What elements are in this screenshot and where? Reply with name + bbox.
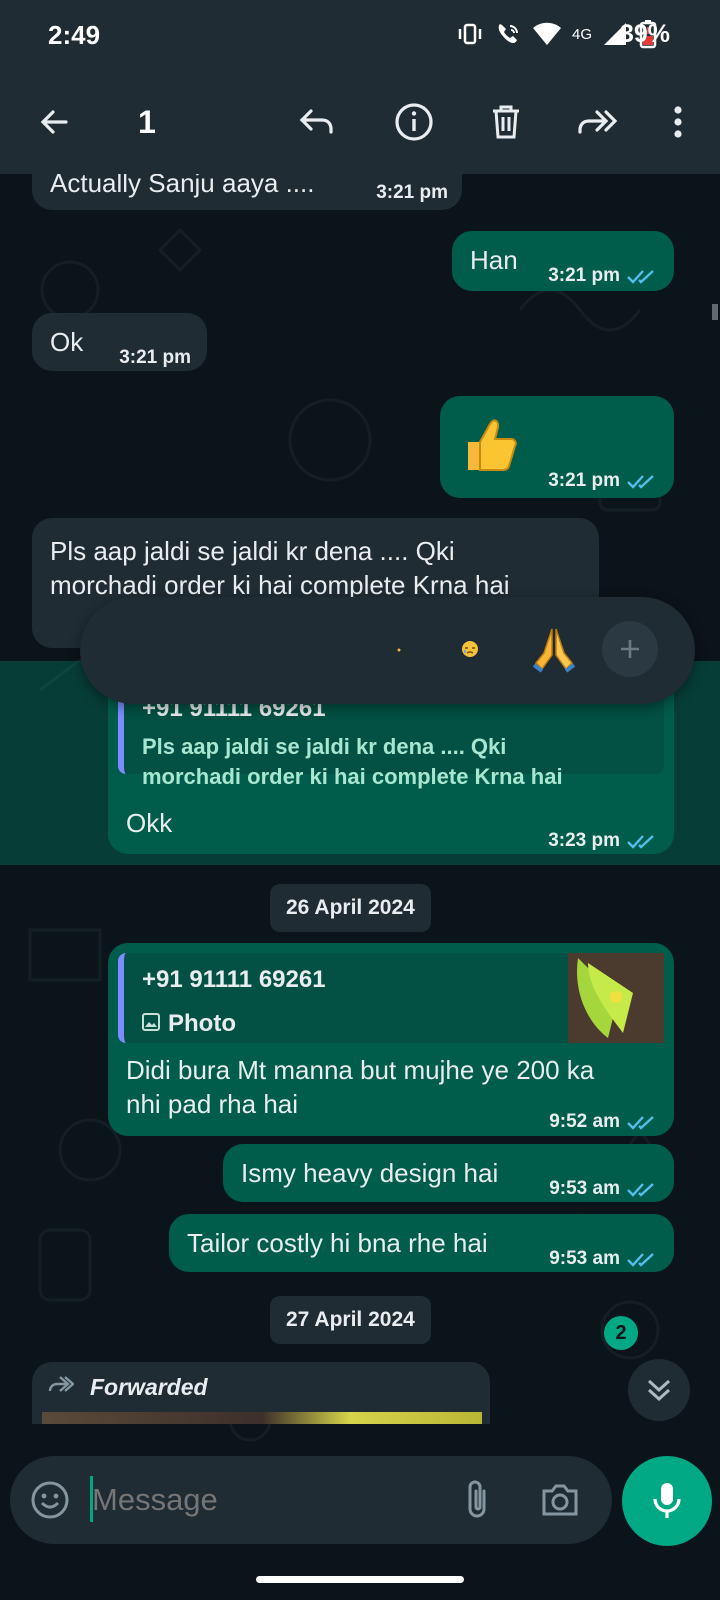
message-outgoing[interactable]: Han 3:21 pm — [452, 231, 674, 291]
camera-icon[interactable] — [540, 1482, 580, 1518]
message-list[interactable]: Actually Sanju aaya .... 3:21 pm Han 3:2… — [0, 174, 720, 1424]
message-meta: 3:23 pm — [548, 824, 660, 858]
forwarded-icon — [48, 1376, 74, 1392]
emoji-icon[interactable] — [30, 1480, 70, 1520]
message-time: 3:21 pm — [119, 347, 191, 368]
reaction-surprised[interactable] — [376, 625, 426, 675]
selection-toolbar — [0, 70, 720, 174]
plus-icon — [621, 640, 639, 658]
quoted-photo[interactable]: +91 91111 69261 Photo — [118, 953, 664, 1043]
message-time: 3:21 pm — [376, 182, 448, 203]
photo-icon — [142, 1013, 160, 1031]
double-check-icon — [627, 1116, 654, 1130]
double-chevron-down-icon — [647, 1379, 671, 1402]
message-meta: 9:52 am — [549, 1105, 660, 1139]
quote-text-line1: Pls aap jaldi se jaldi kr dena .... Qki — [142, 734, 507, 759]
attach-icon[interactable] — [462, 1479, 492, 1521]
message-text-line1: Didi bura Mt manna but mujhe ye 200 ka — [126, 1055, 595, 1085]
message-text: Actually Sanju aaya .... — [50, 174, 315, 198]
message-text: Okk — [126, 808, 173, 838]
quote-text-line2: morchadi order ki hai complete Krna hai — [142, 764, 563, 789]
wifi-call-icon — [498, 24, 518, 43]
photo-thumbnail — [568, 953, 664, 1043]
message-meta: 3:21 pm — [548, 464, 660, 498]
double-check-icon — [627, 475, 654, 489]
forwarded-label: Forwarded — [90, 1374, 208, 1400]
message-input[interactable] — [92, 1472, 462, 1528]
message-text: Tailor costly hi bna rhe hai — [187, 1228, 488, 1258]
message-time: 3:23 pm — [548, 830, 620, 851]
delete-icon[interactable] — [482, 98, 530, 146]
unread-count: 2 — [615, 1321, 627, 1344]
network-type: 4G — [571, 25, 592, 43]
date-separator: 27 April 2024 — [270, 1296, 431, 1344]
selected-count: 1 — [138, 104, 156, 140]
message-text-line2: nhi pad rha hai — [126, 1089, 299, 1119]
message-text-line1: Pls aap jaldi se jaldi kr dena .... Qki — [50, 536, 455, 566]
message-time: 9:53 am — [549, 1178, 620, 1199]
message-time: 9:53 am — [549, 1248, 620, 1269]
double-check-icon — [627, 270, 654, 284]
message-time: 3:21 pm — [548, 265, 620, 286]
reaction-tray — [80, 597, 695, 704]
wifi-icon — [532, 22, 561, 45]
reaction-heart[interactable] — [186, 625, 236, 675]
message-incoming[interactable]: Actually Sanju aaya .... 3:21 pm — [32, 174, 462, 210]
chat-screen: 2:49 4G 39% 1 Actually Sanju aaya .... 3… — [0, 0, 720, 1600]
reaction-crying[interactable] — [450, 625, 500, 675]
status-bar: 2:49 4G 39% — [0, 0, 720, 70]
message-incoming-forwarded[interactable]: Forwarded — [32, 1362, 490, 1424]
home-gesture-pill[interactable] — [256, 1576, 464, 1583]
message-incoming[interactable]: Ok 3:21 pm — [32, 313, 207, 371]
reaction-laughing[interactable] — [262, 625, 312, 675]
unread-badge: 2 — [604, 1316, 638, 1350]
double-check-icon — [627, 1183, 654, 1197]
status-time: 2:49 — [48, 20, 101, 50]
message-outgoing[interactable]: +91 91111 69261 Photo Didi bura Mt manna… — [108, 943, 674, 1136]
message-outgoing[interactable]: Tailor costly hi bna rhe hai 9:53 am — [169, 1214, 674, 1272]
message-meta: 3:21 pm — [548, 259, 660, 293]
back-arrow-icon[interactable] — [30, 98, 78, 146]
message-text: Ok — [50, 327, 84, 357]
add-reaction-button[interactable] — [602, 621, 658, 677]
double-check-icon — [627, 1253, 654, 1267]
reaction-folded-hands[interactable] — [530, 621, 580, 677]
message-outgoing[interactable]: 3:21 pm — [440, 396, 674, 498]
surprised-emoji — [397, 648, 401, 652]
more-vert-icon[interactable] — [654, 98, 702, 146]
message-time: 3:21 pm — [548, 470, 620, 491]
vibrate-icon — [458, 23, 482, 45]
quote-type: Photo — [168, 1010, 236, 1037]
reaction-thumbs-up[interactable] — [110, 625, 160, 675]
double-check-icon — [627, 835, 654, 849]
message-meta: 9:53 am — [549, 1172, 660, 1206]
message-outgoing[interactable]: Ismy heavy design hai 9:53 am — [223, 1144, 674, 1202]
scrollbar-thumb[interactable] — [712, 304, 718, 320]
crying-emoji — [462, 641, 478, 657]
message-composer — [10, 1456, 612, 1544]
thumbs-up-emoji — [468, 419, 517, 471]
info-icon[interactable] — [390, 98, 438, 146]
forwarded-media-preview[interactable] — [42, 1412, 482, 1424]
quote-sender: +91 91111 69261 — [142, 966, 326, 993]
message-text: Han — [470, 245, 518, 275]
battery-percent: 39% — [620, 20, 671, 48]
forward-icon[interactable] — [572, 98, 620, 146]
message-time: 9:52 am — [549, 1111, 620, 1132]
reply-icon[interactable] — [293, 98, 341, 146]
date-separator: 26 April 2024 — [270, 884, 431, 932]
message-meta: 9:53 am — [549, 1242, 660, 1276]
scroll-to-bottom-button[interactable] — [628, 1359, 690, 1421]
folded-hands-emoji — [532, 628, 576, 673]
voice-record-button[interactable] — [622, 1456, 712, 1546]
microphone-icon — [653, 1483, 681, 1518]
message-text: Ismy heavy design hai — [241, 1158, 499, 1188]
